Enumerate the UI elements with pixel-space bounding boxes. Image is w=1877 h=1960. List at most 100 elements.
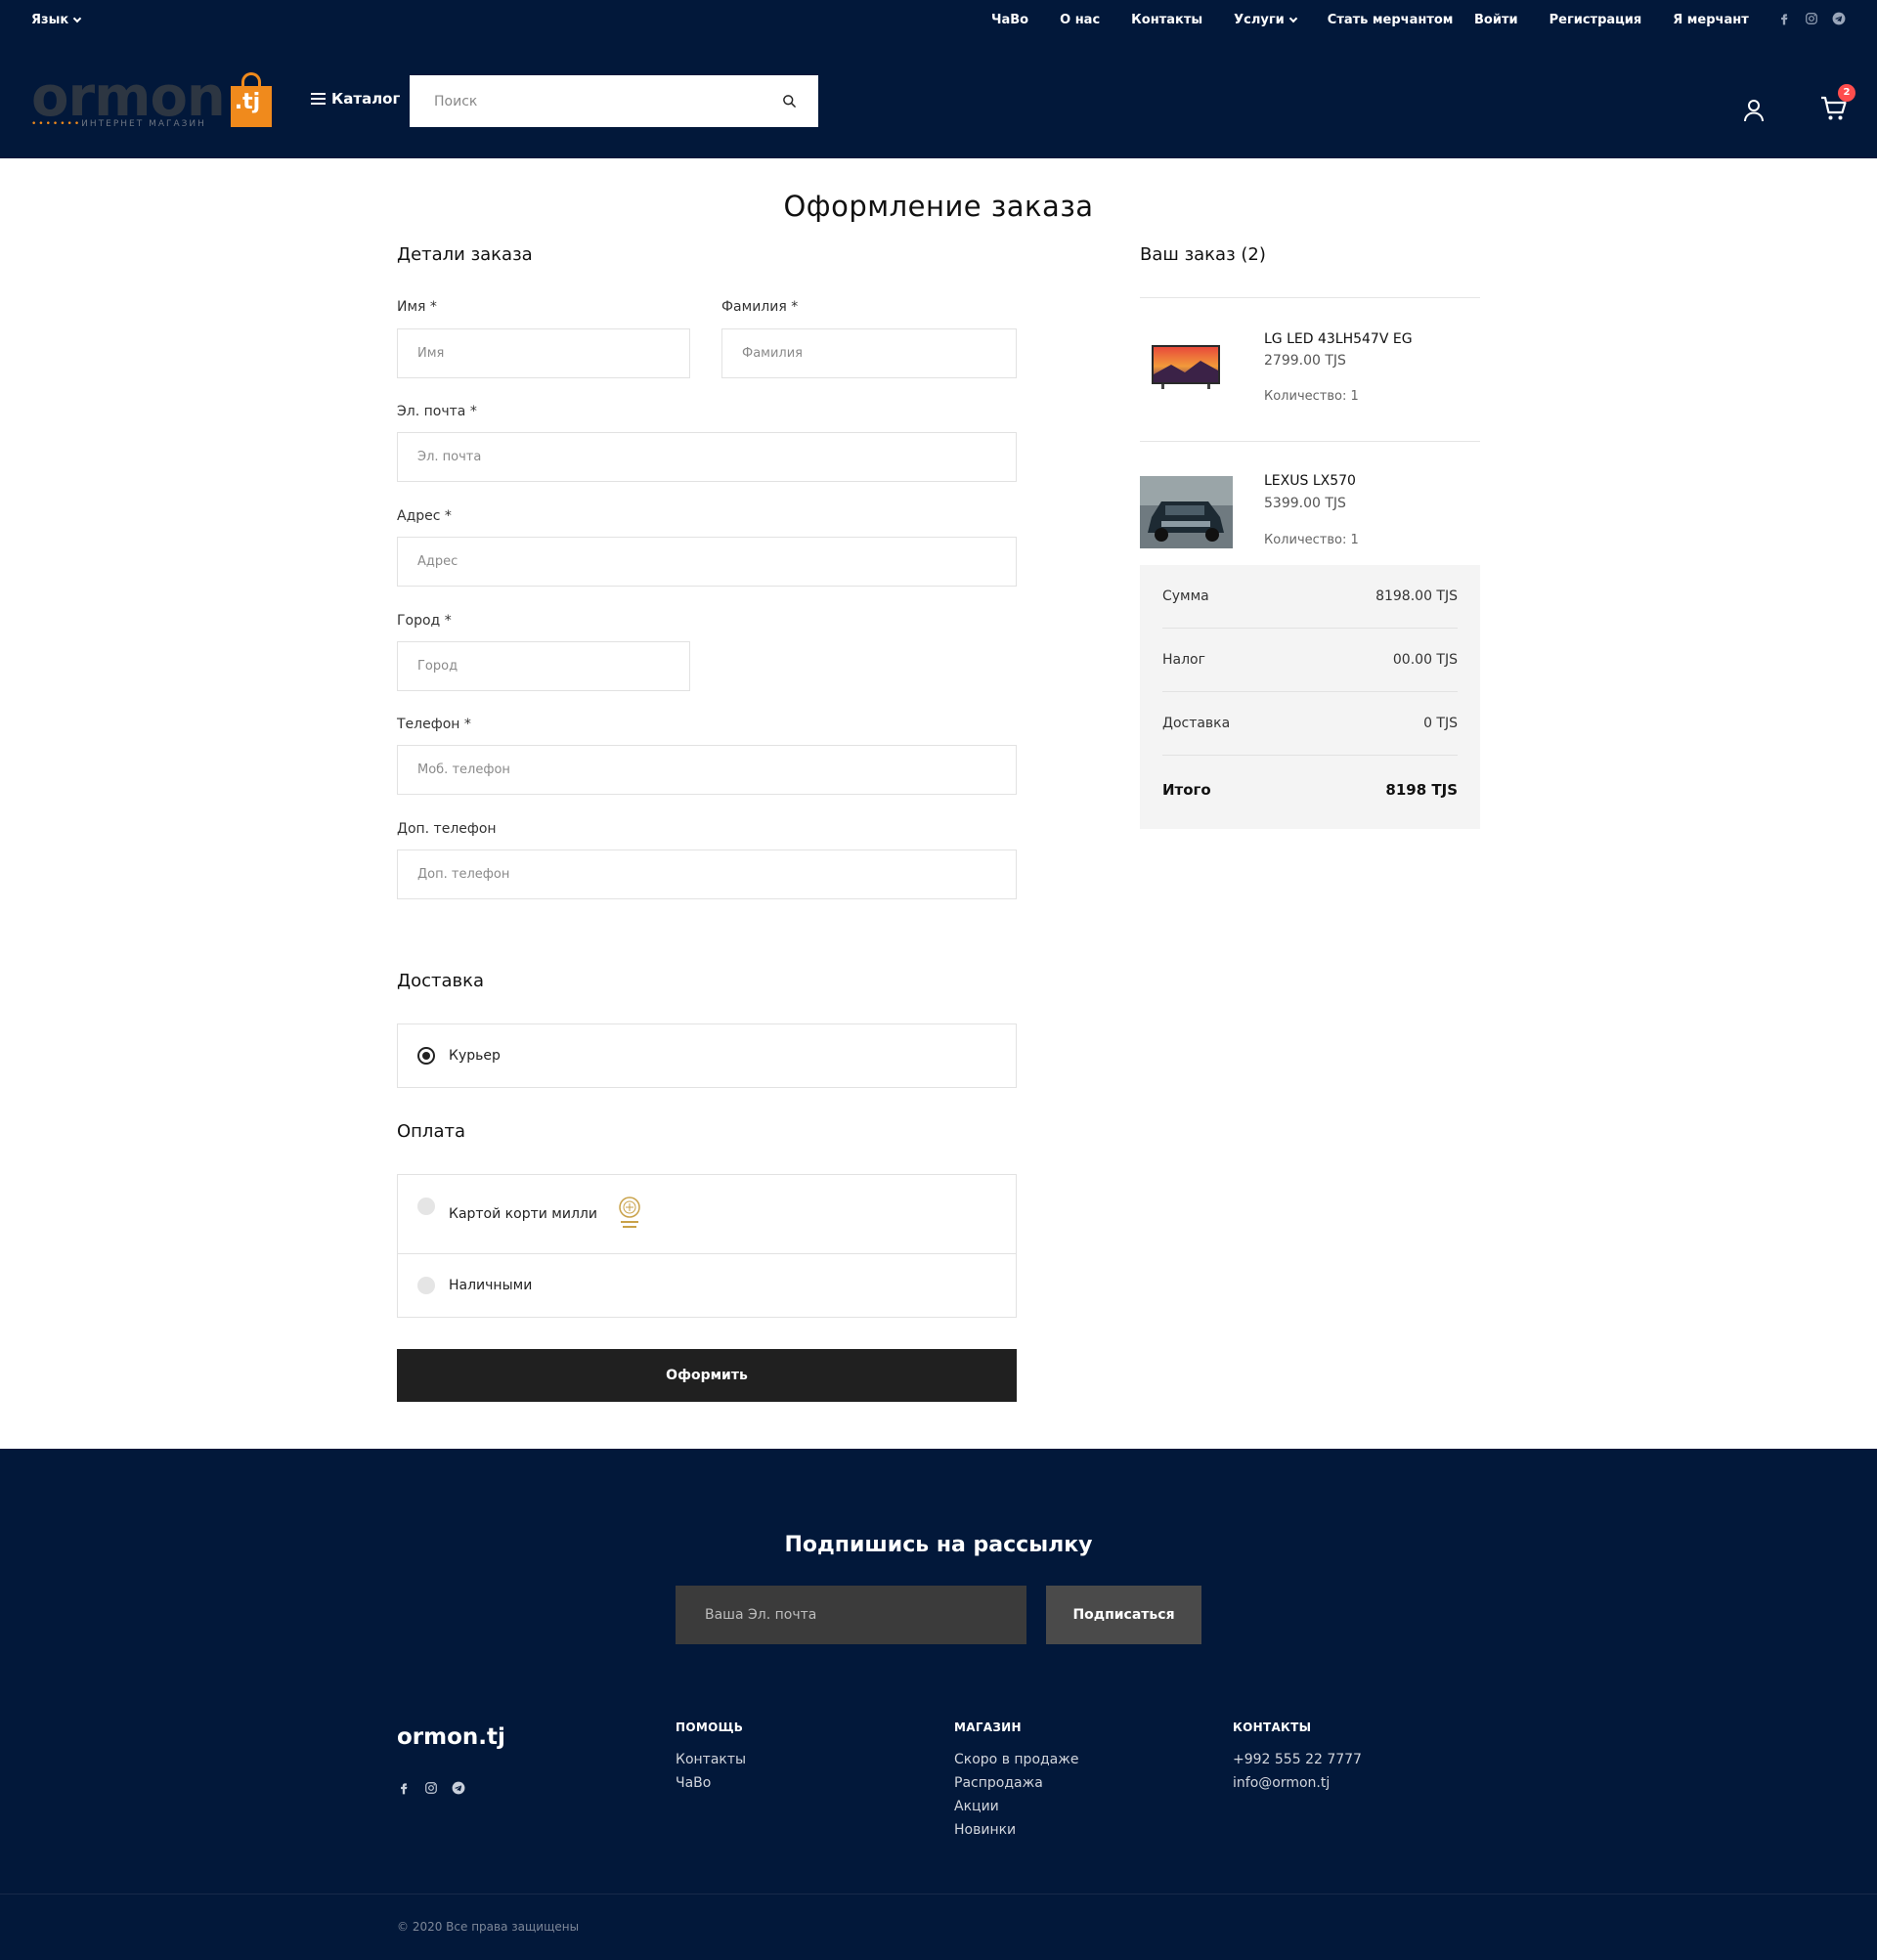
extra-phone-field[interactable] bbox=[397, 849, 1017, 899]
payment-title: Оплата bbox=[397, 1121, 465, 1142]
nav-services-label: Услуги bbox=[1234, 13, 1285, 27]
language-selector[interactable]: Язык bbox=[31, 13, 82, 27]
total-label: Доставка bbox=[1162, 716, 1231, 731]
footer-link[interactable]: Новинки bbox=[954, 1818, 1079, 1842]
nav-merchant[interactable]: Я мерчант bbox=[1673, 13, 1749, 27]
search-icon bbox=[782, 95, 796, 108]
footer-link[interactable]: Акции bbox=[954, 1795, 1079, 1818]
instagram-icon[interactable] bbox=[424, 1781, 438, 1795]
order-item: LEXUS LX570 5399.00 TJS Количество: 1 bbox=[1140, 442, 1480, 565]
last-name-label-text: Фамилия bbox=[721, 299, 787, 315]
footer-column-title: КОНТАКТЫ bbox=[1233, 1720, 1312, 1734]
logo-tagline: ИНТЕРНЕТ МАГАЗИН bbox=[81, 119, 206, 129]
total-value: 8198 TJS bbox=[1385, 781, 1458, 799]
footer-link[interactable]: Контакты bbox=[676, 1748, 746, 1771]
site-header: Язык ЧаВо О нас Контакты Услуги Стать ме… bbox=[0, 0, 1877, 158]
site-footer: Подпишись на рассылку Подписаться ormon.… bbox=[0, 1449, 1877, 1960]
radio-unselected[interactable] bbox=[417, 1277, 435, 1294]
payment-options: Картой корти милли Наличными bbox=[397, 1174, 1017, 1318]
email-field[interactable] bbox=[397, 432, 1017, 482]
telegram-icon[interactable] bbox=[1832, 12, 1846, 25]
nav-services[interactable]: Услуги bbox=[1234, 13, 1298, 27]
footer-social-links bbox=[397, 1781, 465, 1795]
phone-field[interactable] bbox=[397, 745, 1017, 795]
radio-selected[interactable] bbox=[417, 1047, 435, 1065]
site-logo[interactable]: ormon .tj •••••••ИНТЕРНЕТ МАГАЗИН bbox=[31, 65, 272, 129]
total-label: Итого bbox=[1162, 781, 1211, 799]
order-item-quantity: Количество: 1 bbox=[1264, 389, 1359, 404]
first-name-field[interactable] bbox=[397, 328, 690, 378]
divider bbox=[0, 1894, 1877, 1895]
last-name-field[interactable] bbox=[721, 328, 1017, 378]
footer-brand: ormon.tj bbox=[397, 1724, 505, 1750]
search-button[interactable] bbox=[760, 75, 818, 127]
tv-product-image[interactable] bbox=[1152, 345, 1220, 390]
total-row-tax: Налог 00.00 TJS bbox=[1162, 629, 1458, 692]
order-item-name[interactable]: LG LED 43LH547V EG bbox=[1264, 331, 1413, 347]
email-label: Эл. почта * bbox=[397, 404, 477, 419]
footer-phone-link[interactable]: +992 555 22 7777 bbox=[1233, 1748, 1362, 1771]
search-input[interactable] bbox=[410, 75, 760, 127]
footer-link[interactable]: ЧаВо bbox=[676, 1771, 746, 1795]
newsletter-email-input[interactable] bbox=[676, 1586, 1026, 1644]
catalog-button[interactable]: Каталог bbox=[311, 90, 400, 108]
address-label-text: Адрес bbox=[397, 508, 441, 524]
korti-milli-logo-icon bbox=[617, 1195, 642, 1234]
address-field[interactable] bbox=[397, 537, 1017, 587]
city-label: Город * bbox=[397, 613, 452, 629]
chevron-down-icon bbox=[72, 14, 82, 22]
delivery-option-courier[interactable]: Курьер bbox=[398, 1024, 1016, 1087]
logo-tagline-row: •••••••ИНТЕРНЕТ МАГАЗИН bbox=[31, 119, 206, 129]
total-value: 8198.00 TJS bbox=[1375, 588, 1458, 604]
cart-count-badge: 2 bbox=[1838, 84, 1855, 102]
nav-about[interactable]: О нас bbox=[1060, 13, 1100, 27]
facebook-icon[interactable] bbox=[1777, 12, 1791, 25]
required-mark: * bbox=[469, 404, 477, 419]
delivery-option-label: Курьер bbox=[449, 1048, 501, 1064]
chevron-down-icon bbox=[1288, 14, 1298, 22]
footer-column-title: ПОМОЩЬ bbox=[676, 1720, 744, 1734]
user-icon[interactable] bbox=[1742, 98, 1766, 122]
language-label: Язык bbox=[31, 13, 69, 27]
header-social-links bbox=[1777, 12, 1846, 25]
extra-phone-label: Доп. телефон bbox=[397, 821, 497, 837]
payment-option-cash[interactable]: Наличными bbox=[398, 1254, 1016, 1317]
checkout-submit-button[interactable]: Оформить bbox=[397, 1349, 1017, 1402]
car-product-image[interactable] bbox=[1140, 476, 1233, 548]
required-mark: * bbox=[429, 299, 437, 315]
list-icon bbox=[311, 93, 326, 105]
nav-become-merchant[interactable]: Стать мерчантом bbox=[1328, 13, 1454, 27]
subscribe-button[interactable]: Подписаться bbox=[1046, 1586, 1201, 1644]
nav-register[interactable]: Регистрация bbox=[1550, 13, 1642, 27]
footer-link[interactable]: Распродажа bbox=[954, 1771, 1079, 1795]
delivery-options: Курьер bbox=[397, 1024, 1017, 1088]
order-item-name[interactable]: LEXUS LX570 bbox=[1264, 473, 1356, 489]
shopping-bag-icon: .tj bbox=[230, 72, 272, 127]
instagram-icon[interactable] bbox=[1805, 12, 1818, 25]
nav-faq[interactable]: ЧаВо bbox=[991, 13, 1028, 27]
page-title: Оформление заказа bbox=[783, 190, 1094, 223]
radio-unselected[interactable] bbox=[417, 1198, 435, 1215]
logo-word: ormon bbox=[31, 65, 226, 129]
facebook-icon[interactable] bbox=[397, 1781, 411, 1795]
phone-label: Телефон * bbox=[397, 717, 471, 732]
nav-login[interactable]: Войти bbox=[1474, 13, 1518, 27]
copyright: © 2020 Все права защищены bbox=[397, 1920, 580, 1934]
order-item: LG LED 43LH547V EG 2799.00 TJS Количеств… bbox=[1140, 298, 1480, 441]
nav-contacts[interactable]: Контакты bbox=[1131, 13, 1202, 27]
telegram-icon[interactable] bbox=[452, 1781, 465, 1795]
total-label: Налог bbox=[1162, 652, 1205, 668]
search-bar bbox=[410, 75, 818, 127]
newsletter-title: Подпишись на рассылку bbox=[784, 1533, 1093, 1557]
required-mark: * bbox=[444, 613, 452, 629]
footer-column-shop: МАГАЗИН Скоро в продаже Распродажа Акции… bbox=[954, 1720, 1079, 1842]
city-field[interactable] bbox=[397, 641, 690, 691]
footer-link[interactable]: Скоро в продаже bbox=[954, 1748, 1079, 1771]
top-navigation: ЧаВо О нас Контакты Услуги Стать мерчант… bbox=[991, 13, 1484, 27]
payment-option-card[interactable]: Картой корти милли bbox=[398, 1175, 1016, 1254]
required-mark: * bbox=[463, 717, 471, 732]
email-label-text: Эл. почта bbox=[397, 404, 466, 419]
footer-column-contacts: КОНТАКТЫ +992 555 22 7777 info@ormon.tj bbox=[1233, 1720, 1362, 1795]
delivery-title: Доставка bbox=[397, 971, 484, 991]
footer-email-link[interactable]: info@ormon.tj bbox=[1233, 1771, 1362, 1795]
